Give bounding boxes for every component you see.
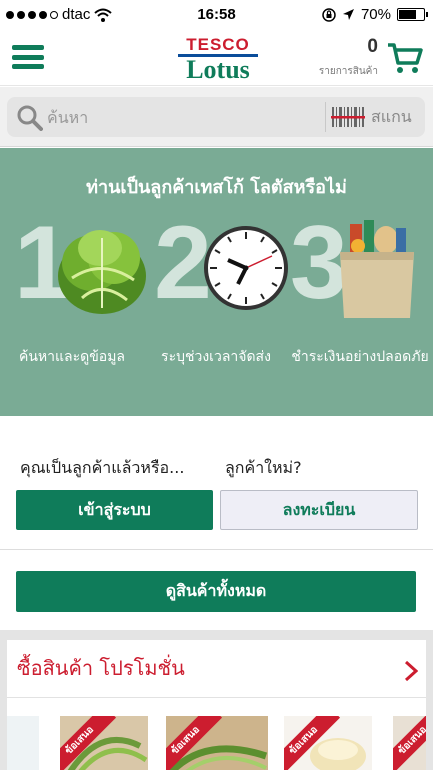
promotion-card: ซื้อสินค้า โปรโมชั่น ข้อเสนอ ข้อเสนอ ข้อ… [7,640,426,770]
battery-icon [397,8,428,21]
product-thumbnail[interactable]: ข้อเสนอ [60,716,148,770]
offer-badge: ข้อเสนอ [393,716,426,770]
app-header: TESCO Lotus 0 รายการสินค้า [0,30,433,86]
logo-tesco-text: TESCO [186,35,250,54]
shopping-cart-icon[interactable] [387,42,423,76]
clock-icon [204,226,288,310]
how-it-works-banner: ท่านเป็นลูกค้าเทสโก้ โลตัสหรือไม่ 1 ค้นห… [0,148,433,416]
step-1: 1 [10,208,150,326]
scan-button[interactable]: สแกน [331,102,423,132]
search-input[interactable] [47,103,317,131]
tesco-lotus-logo[interactable]: TESCO Lotus [170,35,266,84]
lettuce-icon [58,230,146,314]
product-thumbnail[interactable] [7,716,39,770]
register-button[interactable]: ลงทะเบียน [220,490,418,530]
battery-percent: 70% [360,6,391,23]
new-customer-question: ลูกค้าใหม่? [225,458,302,477]
product-thumbnail[interactable]: ข้อเสนอ [393,716,426,770]
barcode-scan-icon [331,107,365,127]
search-field[interactable]: สแกน [7,97,425,137]
shopping-bag-icon [340,220,414,318]
scan-label: สแกน [371,106,412,126]
promotion-title: ซื้อสินค้า โปรโมชั่น [17,656,185,680]
promotion-header[interactable]: ซื้อสินค้า โปรโมชั่น [7,640,426,698]
login-button[interactable]: เข้าสู่ระบบ [16,490,213,530]
product-thumbnail[interactable]: ข้อเสนอ [284,716,372,770]
logo-lotus-text: Lotus [186,55,250,84]
existing-customer-question: คุณเป็นลูกค้าแล้วหรือ... [20,458,185,477]
hero-title: ท่านเป็นลูกค้าเทสโก้ โลตัสหรือไม่ [86,177,347,198]
step-2: 2 [150,208,290,326]
status-bar: dtac 16:58 70% [0,0,433,30]
product-thumbnail[interactable]: ข้อเสนอ [166,716,268,770]
step-2-label: ระบุช่วงเวลาจัดส่ง [161,349,271,365]
search-icon [17,105,43,131]
chevron-right-icon [404,660,418,682]
hamburger-menu-icon[interactable] [12,45,44,69]
step-3-label: ชำระเงินอย่างปลอดภัย [291,349,429,365]
login-section: คุณเป็นลูกค้าแล้วหรือ... ลูกค้าใหม่? เข้… [0,416,433,550]
view-all-section: ดูสินค้าทั้งหมด [0,551,433,629]
orientation-lock-icon [322,7,336,22]
step-3: 3 [290,208,430,326]
view-all-products-button[interactable]: ดูสินค้าทั้งหมด [16,571,416,612]
divider [325,102,326,132]
location-arrow-icon [342,9,354,20]
cart-label: รายการสินค้า [318,66,378,77]
step-1-label: ค้นหาและดูข้อมูล [18,349,126,365]
search-bar: สแกน [0,87,433,147]
cart-count: 0 [367,36,378,57]
